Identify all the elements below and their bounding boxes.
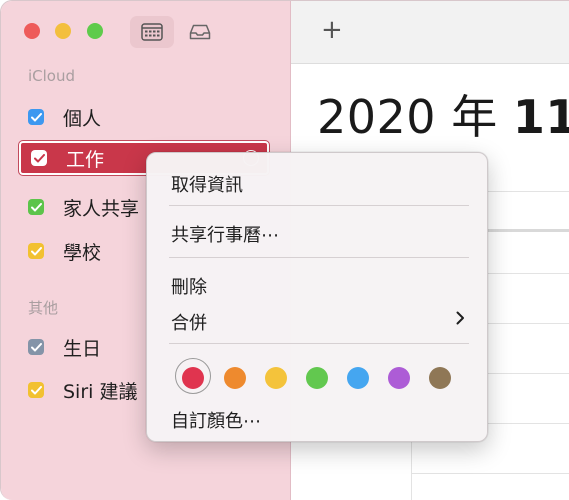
calendar-item-school[interactable]: 學校 [28,234,101,268]
month-title-year: 2020 年 [317,90,498,144]
menu-separator [169,205,469,206]
checkbox-work[interactable] [31,150,47,166]
menu-separator [169,343,469,344]
checkmark-icon [33,153,45,162]
calendars-toggle-button[interactable] [130,16,174,48]
color-swatch-yellow[interactable] [265,367,287,389]
calendar-grid-line [411,473,569,474]
main-toolbar: + [291,1,569,64]
inbox-tray-icon [189,24,211,40]
zoom-window-button[interactable] [87,23,103,39]
section-label-icloud: iCloud [28,67,76,85]
context-menu: 取得資訊 共享行事曆⋯ 刪除 合併 自訂顏色⋯ [146,152,488,442]
calendar-label: Siri 建議 [63,380,138,403]
checkmark-icon [30,202,42,211]
checkbox-siri-suggestions[interactable] [28,382,44,398]
color-swatch-orange[interactable] [224,367,246,389]
color-swatch-purple[interactable] [388,367,410,389]
calendar-item-birthdays[interactable]: 生日 [28,330,101,364]
checkmark-icon [30,112,42,121]
minimize-window-button[interactable] [55,23,71,39]
checkbox-personal[interactable] [28,109,44,125]
calendar-window: iCloud 個人 工作 家人共享 學校 其他 生日 Siri 建議 + 202… [0,0,569,500]
calendar-item-family[interactable]: 家人共享 [28,190,139,224]
menu-item-custom-color[interactable]: 自訂顏色⋯ [171,407,261,433]
checkbox-school[interactable] [28,243,44,259]
month-title: 2020 年 11 [317,81,569,147]
menu-item-get-info[interactable]: 取得資訊 [171,171,243,197]
calendar-grid-icon [141,23,163,41]
color-swatch-brown[interactable] [429,367,451,389]
calendar-item-personal[interactable]: 個人 [28,100,101,134]
chevron-right-icon [456,311,464,325]
color-swatch-green[interactable] [306,367,328,389]
menu-item-delete[interactable]: 刪除 [171,273,207,299]
menu-separator [169,257,469,258]
close-window-button[interactable] [24,23,40,39]
checkbox-family[interactable] [28,199,44,215]
calendar-label: 學校 [63,241,102,264]
checkbox-birthdays[interactable] [28,339,44,355]
menu-item-merge[interactable]: 合併 [171,309,207,335]
calendar-label: 家人共享 [63,197,140,220]
section-label-other: 其他 [28,299,59,317]
checkmark-icon [30,246,42,255]
calendar-item-siri-suggestions[interactable]: Siri 建議 [28,373,137,407]
checkmark-icon [30,385,42,394]
calendar-label: 生日 [63,337,102,360]
calendar-label: 個人 [63,107,102,130]
month-title-month: 11 [512,90,569,144]
color-swatch-blue[interactable] [347,367,369,389]
calendar-label: 工作 [66,148,105,171]
add-event-button[interactable]: + [321,17,343,43]
checkmark-icon [30,342,42,351]
menu-item-share-calendar[interactable]: 共享行事曆⋯ [171,221,279,247]
inbox-button[interactable] [178,16,222,48]
color-swatch-red[interactable] [182,367,204,389]
